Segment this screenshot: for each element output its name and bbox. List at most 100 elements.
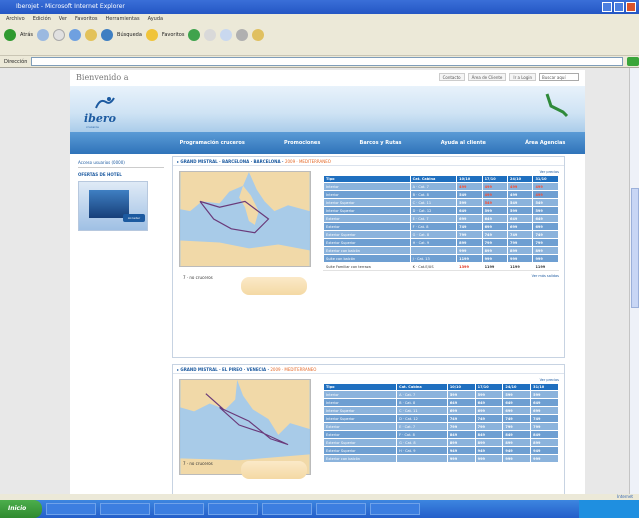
site-search-input[interactable]: Buscar aquí xyxy=(539,73,579,81)
price-cell[interactable]: 699 xyxy=(530,406,559,415)
price-cell[interactable]: 899 xyxy=(446,438,476,447)
back-label[interactable]: Atrás xyxy=(20,32,33,38)
price-cell[interactable]: 699 xyxy=(532,222,559,231)
more-departures-link[interactable]: Ver más salidas xyxy=(323,274,559,278)
price-cell[interactable]: 649 xyxy=(456,206,483,215)
taskbar-item[interactable] xyxy=(100,503,150,515)
price-cell[interactable]: 649 xyxy=(532,214,559,223)
site-logo[interactable]: ibero cruceros xyxy=(84,92,130,130)
fares-row[interactable]: Suite con balcón J · Cat. 13 1199 999 999 999 xyxy=(323,254,559,263)
price-cell[interactable]: 699 xyxy=(507,222,534,231)
price-cell[interactable]: 849 xyxy=(446,430,476,439)
favorites-icon[interactable] xyxy=(145,29,158,41)
price-cell[interactable]: 649 xyxy=(530,398,559,407)
price-cell[interactable]: 899 xyxy=(530,438,559,447)
price-cell[interactable]: 649 xyxy=(481,214,509,223)
price-cell[interactable]: 499 xyxy=(481,190,509,199)
price-cell[interactable]: 549 xyxy=(507,198,534,207)
price-cell[interactable]: 999 xyxy=(474,454,504,463)
price-cell[interactable]: 699 xyxy=(481,222,509,231)
sidebar-title[interactable]: Acceso usuarios (0000) xyxy=(78,160,164,168)
price-cell[interactable]: 749 xyxy=(507,230,534,239)
price-cell[interactable]: 749 xyxy=(530,414,559,423)
favorites-label[interactable]: Favoritos xyxy=(162,32,185,38)
price-cell[interactable]: 999 xyxy=(446,454,476,463)
price-cell[interactable]: 749 xyxy=(481,230,509,239)
fares-header-cell[interactable]: 17/10 xyxy=(481,175,509,183)
price-cell[interactable]: 899 xyxy=(474,438,504,447)
price-cell[interactable]: 699 xyxy=(502,406,532,415)
price-cell[interactable]: 549 xyxy=(481,198,509,207)
price-cell[interactable]: 799 xyxy=(481,238,509,247)
price-cell[interactable]: 899 xyxy=(507,246,534,255)
price-cell[interactable]: 799 xyxy=(507,238,534,247)
scrollbar-thumb[interactable] xyxy=(631,188,639,308)
menu-edicion[interactable]: Edición xyxy=(33,14,51,24)
fares-row[interactable]: Exterior F · Cat. 8 749 699 699 699 xyxy=(323,222,559,231)
price-cell[interactable]: 949 xyxy=(474,446,504,455)
fares-row[interactable]: Exterior E · Cat. 7 799 799 799 799 xyxy=(322,422,559,431)
price-cell[interactable]: 599 xyxy=(502,390,532,399)
price-cell[interactable]: 1199 xyxy=(456,254,483,263)
fares-header-cell[interactable]: 10/10 xyxy=(456,175,483,183)
price-cell[interactable]: 599 xyxy=(532,206,559,215)
taskbar-item[interactable] xyxy=(208,503,258,515)
top-link-login[interactable]: Ir a Login xyxy=(509,73,536,81)
price-cell[interactable]: 799 xyxy=(530,422,559,431)
fares-row[interactable]: Interior B · Cat. 8 549 499 499 499 xyxy=(323,190,559,199)
price-cell[interactable]: 949 xyxy=(446,446,476,455)
fares-row[interactable]: Exterior F · Cat. 8 849 849 849 849 xyxy=(322,430,559,439)
cruise-title[interactable]: ▸ GRAND MISTRAL · BARCELONA · BARCELONA … xyxy=(173,157,564,166)
taskbar-item[interactable] xyxy=(262,503,312,515)
price-cell[interactable]: 749 xyxy=(456,222,483,231)
price-cell[interactable]: 1199 xyxy=(507,262,534,271)
price-cell[interactable]: 699 xyxy=(446,406,476,415)
price-cell[interactable]: 999 xyxy=(507,254,534,263)
price-cell[interactable]: 649 xyxy=(507,214,534,223)
maximize-button[interactable] xyxy=(614,2,624,12)
vertical-scrollbar[interactable] xyxy=(629,68,639,500)
nav-area-agencias[interactable]: Área Agencias xyxy=(525,140,565,146)
start-button[interactable]: Inicio xyxy=(0,500,42,518)
address-input[interactable] xyxy=(31,57,624,66)
price-cell[interactable]: 499 xyxy=(507,190,534,199)
price-cell[interactable]: 849 xyxy=(474,430,504,439)
menu-favoritos[interactable]: Favoritos xyxy=(75,14,98,24)
minimize-button[interactable] xyxy=(602,2,612,12)
nav-ayuda[interactable]: Ayuda al cliente xyxy=(441,140,486,146)
fares-row[interactable]: Interior B · Cat. 8 649 649 649 649 xyxy=(322,398,559,407)
fares-header-cell[interactable]: 10/10 xyxy=(446,383,476,391)
taskbar-item[interactable] xyxy=(46,503,96,515)
price-cell[interactable]: 749 xyxy=(474,414,504,423)
price-cell[interactable]: 599 xyxy=(507,206,534,215)
fares-header-cell[interactable]: Cat. Cabina xyxy=(409,175,458,183)
price-cell[interactable]: 599 xyxy=(456,198,483,207)
fares-header-cell[interactable]: 31/10 xyxy=(530,383,559,391)
fares-row[interactable]: Exterior Superior H · Cat. 9 899 799 799 799 xyxy=(323,238,559,247)
sidebar-section[interactable]: OFERTAS DE HOTEL xyxy=(78,172,164,177)
mail-icon[interactable] xyxy=(220,29,233,41)
search-label[interactable]: Búsqueda xyxy=(117,32,142,38)
print-icon[interactable] xyxy=(236,29,249,41)
price-cell[interactable]: 1399 xyxy=(456,262,483,271)
price-cell[interactable]: 749 xyxy=(446,414,476,423)
promo-banner[interactable]: Acceder xyxy=(78,181,148,231)
price-cell[interactable]: 1199 xyxy=(532,262,559,271)
price-cell[interactable]: 649 xyxy=(502,398,532,407)
stop-icon[interactable] xyxy=(53,29,66,41)
media-icon[interactable] xyxy=(188,29,201,41)
price-cell[interactable]: 799 xyxy=(446,422,476,431)
price-cell[interactable]: 899 xyxy=(456,238,483,247)
back-icon[interactable] xyxy=(4,29,16,41)
price-cell[interactable]: 549 xyxy=(532,198,559,207)
taskbar-item[interactable] xyxy=(316,503,366,515)
price-cell[interactable]: 599 xyxy=(481,206,509,215)
price-cell[interactable]: 949 xyxy=(530,446,559,455)
price-cell[interactable]: 749 xyxy=(532,230,559,239)
menu-ver[interactable]: Ver xyxy=(59,14,67,24)
fares-row[interactable]: Interior Superior C · Cat. 11 699 699 699 699 xyxy=(322,406,559,415)
price-cell[interactable]: 499 xyxy=(532,190,559,199)
price-cell[interactable]: 499 xyxy=(507,182,534,191)
search-icon[interactable] xyxy=(101,29,114,41)
fares-header-cell[interactable]: 24/10 xyxy=(502,383,532,391)
